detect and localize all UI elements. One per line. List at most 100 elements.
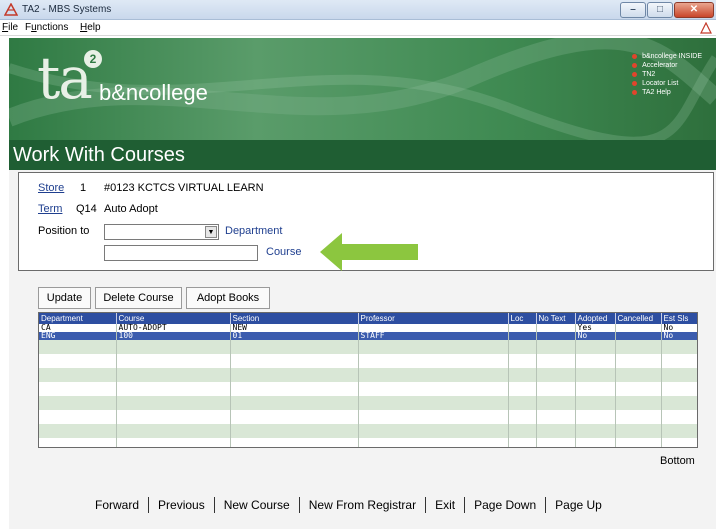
cell-professor [358,324,509,332]
adopt-books-button[interactable]: Adopt Books [186,287,270,309]
department-select[interactable]: ▼ [104,224,219,240]
banner-link-ta2-help[interactable]: TA2 Help [632,88,702,97]
chevron-down-icon[interactable]: ▼ [205,226,217,238]
store-value: 1 [80,182,87,194]
separator [464,497,466,513]
term-link[interactable]: Term [38,203,62,215]
term-name: Auto Adopt [104,203,158,215]
red-dot-icon [632,63,638,68]
logo-superscript: 2 [84,50,102,68]
new-course-link[interactable]: New Course [224,498,290,512]
store-link[interactable]: Store [38,182,64,194]
course-label: Course [266,246,302,258]
update-button[interactable]: Update [38,287,91,309]
position-to-label: Position to [38,225,90,237]
banner-link-tn2[interactable]: TN2 [632,70,702,79]
cell-no-text [536,332,576,340]
courses-grid: Department Course Section Professor Loc … [38,312,698,448]
separator [298,497,300,513]
banner-links: b&ncollege INSIDE Accelerator TN2 Locato… [632,52,702,97]
maximize-button[interactable]: □ [647,2,673,18]
page-up-link[interactable]: Page Up [555,498,602,512]
page-title-bar: Work With Courses [9,140,716,170]
term-value: Q14 [76,203,97,215]
col-header-loc[interactable]: Loc [508,313,537,324]
menu-help[interactable]: Help [80,22,101,33]
grid-bottom-indicator: Bottom [660,455,695,467]
logo-college: b&ncollege [99,80,208,105]
table-row[interactable]: CA AUTO-ADOPT NEW Yes No [39,324,697,332]
title-bar: TA2 - MBS Systems – □ ✕ [0,0,716,20]
empty-row [39,340,697,354]
previous-link[interactable]: Previous [158,498,205,512]
window-controls: – □ ✕ [620,2,714,18]
app-icon [4,3,18,16]
cell-adopted: No [575,332,616,340]
cell-section: 01 [230,332,359,340]
cell-course: AUTO-ADOPT [116,324,231,332]
cell-loc [508,324,537,332]
store-name: #0123 KCTCS VIRTUAL LEARN [104,182,264,194]
close-button[interactable]: ✕ [674,2,714,18]
col-header-adopted[interactable]: Adopted [575,313,616,324]
red-dot-icon [632,54,638,59]
menu-functions[interactable]: Functions [25,22,68,33]
mbs-corner-icon [700,22,712,34]
page-title: Work With Courses [13,144,185,166]
cell-est-sls: No [661,324,697,332]
banner: ta 2 b&ncollege b&ncollege INSIDE Accele… [9,38,716,140]
window-title: TA2 - MBS Systems [22,4,112,15]
red-dot-icon [632,90,638,95]
banner-link-locator-list[interactable]: Locator List [632,79,702,88]
course-input[interactable] [104,245,258,261]
cell-section: NEW [230,324,359,332]
menu-file[interactable]: File [2,22,18,33]
empty-row [39,368,697,382]
red-dot-icon [632,72,638,77]
col-header-section[interactable]: Section [230,313,359,324]
separator [545,497,547,513]
close-icon: ✕ [689,4,699,15]
col-header-course[interactable]: Course [116,313,231,324]
table-row-selected[interactable]: ENG 100 01 STAFF No No [39,332,697,340]
empty-row [39,424,697,438]
cell-department: CA [39,324,117,332]
forward-link[interactable]: Forward [95,498,139,512]
col-header-cancelled[interactable]: Cancelled [615,313,662,324]
cell-cancelled [615,332,662,340]
page-down-link[interactable]: Page Down [474,498,536,512]
menu-bar: File Functions Help [0,20,716,36]
logo-ta: ta [37,44,93,112]
cell-professor: STAFF [358,332,509,340]
separator [425,497,427,513]
empty-row [39,438,697,447]
red-dot-icon [632,81,638,86]
new-from-registrar-link[interactable]: New From Registrar [309,498,416,512]
exit-link[interactable]: Exit [435,498,455,512]
cell-no-text [536,324,576,332]
department-label: Department [225,225,283,237]
col-header-no-text[interactable]: No Text [536,313,576,324]
col-header-professor[interactable]: Professor [358,313,509,324]
banner-link-accelerator[interactable]: Accelerator [632,61,702,70]
banner-link-bncollege-inside[interactable]: b&ncollege INSIDE [632,52,702,61]
cell-department: ENG [39,332,117,340]
empty-row [39,382,697,396]
footer-nav: Forward Previous New Course New From Regist… [95,497,602,513]
minimize-button[interactable]: – [620,2,646,18]
minimize-icon: – [630,4,636,15]
grid-header-row: Department Course Section Professor Loc … [39,313,697,324]
cell-course: 100 [116,332,231,340]
empty-row [39,396,697,410]
cell-loc [508,332,537,340]
empty-row [39,410,697,424]
maximize-icon: □ [656,4,664,15]
empty-row [39,354,697,368]
delete-course-button[interactable]: Delete Course [95,287,182,309]
courses-table: Department Course Section Professor Loc … [39,313,697,447]
left-arrow-icon [320,233,418,271]
col-header-est-sls[interactable]: Est Sls [661,313,697,324]
col-header-department[interactable]: Department [39,313,117,324]
cell-est-sls: No [661,332,697,340]
separator [148,497,150,513]
